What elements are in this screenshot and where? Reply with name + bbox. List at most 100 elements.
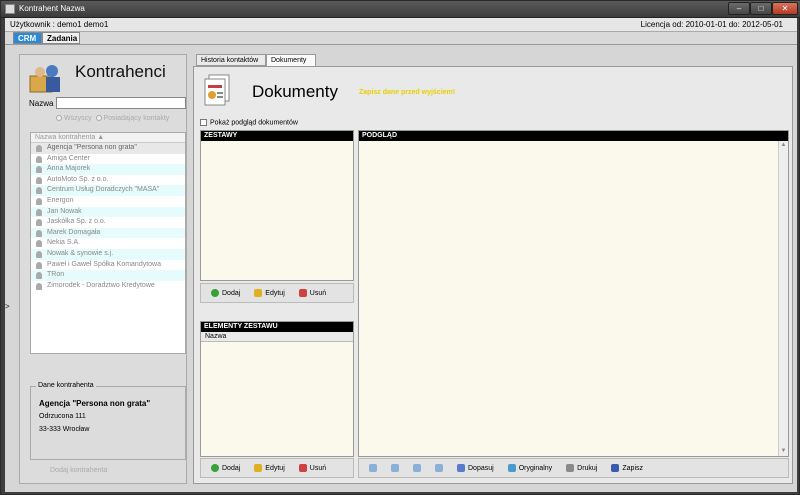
- app-icon: [5, 4, 15, 14]
- list-item-label: Agencja "Persona non grata": [47, 144, 137, 151]
- list-header[interactable]: Nazwa kontrahenta ▲: [31, 133, 185, 143]
- person-icon: [36, 145, 42, 152]
- person-icon: [36, 197, 42, 205]
- sets-add-button[interactable]: Dodaj: [211, 289, 240, 297]
- delete-icon: [298, 289, 307, 297]
- minimize-button[interactable]: –: [728, 2, 750, 15]
- elements-delete-button[interactable]: Usuń: [298, 464, 326, 472]
- list-item-label: Anna Majorek: [47, 165, 91, 173]
- person-icon: [36, 272, 42, 280]
- list-item[interactable]: Jaskółka Sp. z o.o.: [31, 217, 185, 228]
- original-size-icon: [507, 464, 516, 472]
- details-city: 33-333 Wrocław: [39, 426, 90, 433]
- documents-content: Dokumenty Zapisz dane przed wyjściem! Po…: [193, 66, 793, 484]
- tab-historia[interactable]: Historia kontaktów: [196, 54, 266, 66]
- radio-all[interactable]: [56, 115, 62, 122]
- preview-toggle: Pokaż podgląd dokumentów: [200, 119, 298, 126]
- maximize-button[interactable]: □: [750, 2, 772, 15]
- collapse-arrow-icon[interactable]: >: [5, 302, 10, 311]
- list-item-label: Zimorodek - Doradztwo Kredytowe: [47, 281, 155, 289]
- window-title: Kontrahent Nazwa: [19, 4, 85, 13]
- list-rows: Agencja "Persona non grata" Amiga Center A…: [31, 143, 185, 291]
- original-size-label: Oryginalny: [518, 464, 553, 472]
- next-page-button[interactable]: [413, 464, 421, 472]
- list-header-label: Nazwa kontrahenta: [35, 134, 96, 141]
- title-bar: Kontrahent Nazwa – □ ✕: [1, 1, 800, 18]
- app-window: Kontrahent Nazwa – □ ✕ Użytkownik : demo…: [0, 0, 800, 495]
- person-icon: [36, 282, 42, 290]
- save-label: Zapisz: [622, 464, 644, 472]
- close-button[interactable]: ✕: [772, 2, 798, 15]
- contractors-panel: Kontrahenci Nazwa Wszyscy Posiadający ko…: [19, 54, 187, 484]
- list-item-label: Marek Domagała: [47, 228, 101, 236]
- documents-panel: Historia kontaktów Dokumenty Dokumenty Z…: [193, 54, 793, 484]
- contractor-details: Dane kontrahenta Agencja "Persona non gr…: [30, 382, 186, 460]
- tab-dokumenty[interactable]: Dokumenty: [266, 54, 316, 66]
- sets-edit-button[interactable]: Edytuj: [254, 289, 285, 297]
- radio-recent[interactable]: [95, 115, 102, 122]
- print-label: Drukuj: [577, 464, 598, 472]
- fit-button[interactable]: Dopasuj: [457, 464, 494, 472]
- original-size-button[interactable]: Oryginalny: [507, 464, 553, 472]
- add-contractor-button[interactable]: Dodaj kontrahenta: [50, 467, 107, 474]
- details-street: Odrzucona 111: [39, 413, 86, 420]
- scroll-up-icon[interactable]: ▲: [780, 142, 787, 149]
- print-button[interactable]: Drukuj: [566, 464, 597, 472]
- list-item[interactable]: Anna Majorek: [31, 164, 185, 175]
- list-item[interactable]: Paweł i Gaweł Spółka Komandytowa: [31, 260, 185, 271]
- last-page-icon: [435, 464, 443, 472]
- filter-radios: Wszyscy Posiadający kontakty: [56, 115, 169, 122]
- elements-add-label: Dodaj: [222, 464, 241, 472]
- preview-toolbar: Dopasuj Oryginalny Drukuj Zapisz: [358, 458, 789, 478]
- scroll-down-icon[interactable]: ▼: [780, 448, 787, 455]
- sets-delete-label: Usuń: [309, 289, 327, 297]
- preview-checkbox[interactable]: [200, 119, 207, 126]
- floppy-icon: [611, 464, 620, 472]
- person-icon: [36, 208, 42, 216]
- list-item[interactable]: Nowak & synowie s.j.: [31, 248, 185, 260]
- tab-crm[interactable]: CRM: [13, 32, 42, 44]
- preview-pane: PODGLĄD ▲ ▼: [358, 130, 789, 457]
- preview-checkbox-label: Pokaż podgląd dokumentów: [210, 119, 298, 127]
- radio-all-label: Wszyscy: [64, 115, 92, 122]
- first-page-icon: [369, 464, 377, 472]
- list-item[interactable]: TRon: [31, 270, 185, 281]
- printer-icon: [566, 464, 575, 472]
- preview-scrollbar[interactable]: ▲ ▼: [778, 141, 788, 456]
- first-page-button[interactable]: [369, 464, 377, 472]
- list-item[interactable]: Agencja "Persona non grata": [31, 143, 185, 154]
- details-legend: Dane kontrahenta: [36, 382, 96, 389]
- save-button[interactable]: Zapisz: [611, 464, 643, 472]
- list-item[interactable]: Zimorodek - Doradztwo Kredytowe: [31, 281, 185, 292]
- search-label: Nazwa: [29, 99, 54, 108]
- elements-add-button[interactable]: Dodaj: [211, 464, 240, 472]
- person-icon: [36, 176, 42, 184]
- elements-column-name[interactable]: Nazwa: [201, 332, 353, 342]
- search-input[interactable]: [56, 97, 186, 109]
- elements-edit-label: Edytuj: [265, 464, 285, 472]
- last-page-button[interactable]: [435, 464, 443, 472]
- documents-icon: [204, 74, 230, 106]
- set-elements-list: ELEMENTY ZESTAWU Nazwa: [200, 321, 354, 457]
- sets-delete-button[interactable]: Usuń: [298, 289, 327, 297]
- list-item[interactable]: Amiga Center: [31, 154, 185, 165]
- list-item-label: TRon: [47, 271, 65, 279]
- list-item[interactable]: Energon: [31, 196, 185, 207]
- list-item[interactable]: Centrum Usług Doradczych "MASA": [31, 185, 185, 196]
- save-warning: Zapisz dane przed wyjściem!: [359, 89, 456, 96]
- list-item[interactable]: Nekia S.A.: [31, 238, 185, 249]
- list-item[interactable]: AutoMoto Sp. z o.o.: [31, 175, 185, 186]
- person-icon: [36, 250, 42, 258]
- add-icon: [211, 464, 219, 472]
- sets-edit-label: Edytuj: [265, 289, 285, 297]
- edit-icon: [254, 464, 263, 472]
- list-item-label: AutoMoto Sp. z o.o.: [47, 175, 109, 183]
- list-item[interactable]: Jan Nowak: [31, 206, 185, 218]
- sets-header: ZESTAWY: [201, 131, 353, 141]
- user-bar: Użytkownik : demo1 demo1 Licencja od: 20…: [5, 18, 797, 32]
- tab-zadania[interactable]: Zadania: [42, 32, 80, 44]
- list-item[interactable]: Marek Domagała: [31, 227, 185, 239]
- elements-edit-button[interactable]: Edytuj: [254, 464, 285, 472]
- delete-icon: [298, 464, 307, 472]
- prev-page-button[interactable]: [391, 464, 399, 472]
